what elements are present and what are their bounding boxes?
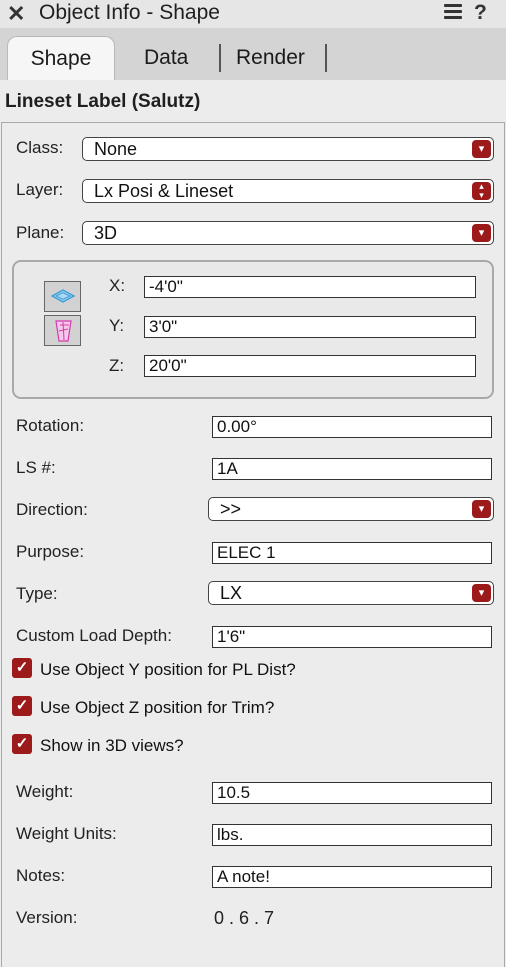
plane-select[interactable]: 3D ▾: [82, 221, 494, 245]
tab-shape[interactable]: Shape: [7, 36, 115, 80]
tab-separator: [219, 44, 221, 72]
y-label: Y:: [109, 316, 125, 335]
use-z-label: Use Object Z position for Trim?: [40, 698, 275, 717]
chevron-down-icon: ▾: [472, 584, 491, 602]
purpose-field[interactable]: ELEC 1: [212, 542, 492, 564]
ls-num-field[interactable]: 1A: [212, 458, 492, 480]
y-field[interactable]: 3'0": [144, 316, 476, 338]
chevron-down-icon: ▾: [472, 140, 491, 158]
custom-load-depth-field[interactable]: 1'6": [212, 626, 492, 648]
weight-field[interactable]: 10.5: [212, 782, 492, 804]
z-label: Z:: [109, 356, 125, 375]
ls-num-label: LS #:: [16, 458, 56, 477]
z-field[interactable]: 20'0": [144, 355, 476, 377]
direction-label: Direction:: [16, 500, 88, 519]
notes-label: Notes:: [16, 866, 66, 885]
hamburger-icon[interactable]: [444, 4, 462, 22]
type-value: LX: [220, 583, 243, 603]
plane-value: 3D: [94, 223, 118, 243]
type-label: Type:: [16, 584, 58, 603]
type-select[interactable]: LX ▾: [208, 581, 494, 605]
x-label: X:: [109, 276, 126, 295]
direction-select[interactable]: >> ▾: [208, 497, 494, 521]
tab-render[interactable]: Render: [236, 36, 305, 80]
direction-value: >>: [220, 499, 242, 519]
layer-label: Layer:: [16, 180, 64, 199]
use-z-checkbox[interactable]: ✓: [12, 696, 32, 716]
updown-chevron-icon: ▴ ▾: [472, 182, 491, 200]
version-label: Version:: [16, 908, 78, 927]
window-title: Object Info - Shape: [39, 1, 220, 24]
show-3d-label: Show in 3D views?: [40, 736, 184, 755]
tab-data[interactable]: Data: [144, 36, 188, 80]
custom-load-depth-label: Custom Load Depth:: [16, 626, 172, 645]
use-y-label: Use Object Y position for PL Dist?: [40, 660, 296, 679]
object-name: Lineset Label (Salutz): [5, 91, 201, 112]
plane-label: Plane:: [16, 223, 65, 242]
use-y-checkbox[interactable]: ✓: [12, 658, 32, 678]
class-select[interactable]: None ▾: [82, 137, 494, 161]
purpose-label: Purpose:: [16, 542, 85, 561]
notes-field[interactable]: A note!: [212, 866, 492, 888]
chevron-down-icon: ▾: [472, 500, 491, 518]
layer-value: Lx Posi & Lineset: [94, 181, 234, 201]
x-field[interactable]: -4'0": [144, 276, 476, 298]
screen-plane-view-icon[interactable]: [44, 315, 81, 346]
rotation-field[interactable]: 0.00°: [212, 416, 492, 438]
weight-units-field[interactable]: lbs.: [212, 824, 492, 846]
weight-label: Weight:: [16, 782, 74, 801]
show-3d-checkbox[interactable]: ✓: [12, 734, 32, 754]
class-value: None: [94, 139, 138, 159]
class-label: Class:: [16, 138, 64, 157]
layer-select[interactable]: Lx Posi & Lineset ▴ ▾: [82, 179, 494, 203]
chevron-down-icon: ▾: [472, 224, 491, 242]
top-plan-view-icon[interactable]: [44, 281, 81, 312]
close-icon[interactable]: ✕: [7, 2, 25, 26]
help-icon[interactable]: ?: [474, 1, 487, 25]
tab-separator: [325, 44, 327, 72]
version-value: 0 . 6 . 7: [214, 908, 275, 928]
weight-units-label: Weight Units:: [16, 824, 117, 843]
rotation-label: Rotation:: [16, 416, 85, 435]
